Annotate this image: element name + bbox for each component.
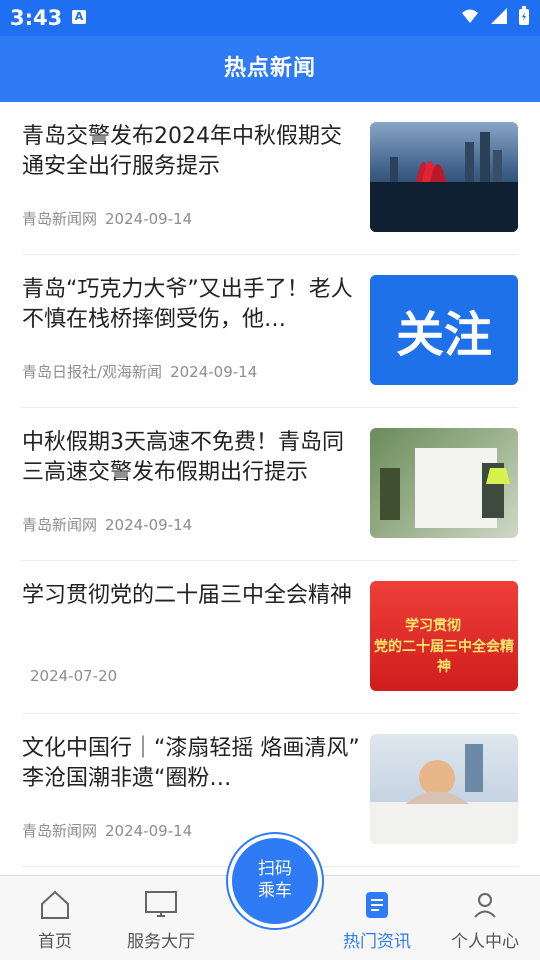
- nav-profile-label: 个人中心: [451, 932, 519, 952]
- news-meta: 青岛日报社/观海新闻 2024-09-14: [22, 361, 257, 382]
- news-title: 中秋假期3天高速不免费！青岛同三高速交警发布假期出行提示: [22, 430, 344, 485]
- status-time: 3:43: [10, 6, 63, 30]
- news-date: 2024-09-14: [105, 822, 193, 840]
- city-night-thumbnail: [370, 122, 518, 232]
- battery-icon: [519, 6, 529, 25]
- scan-label-line2: 乘车: [258, 881, 292, 901]
- news-icon: [366, 892, 388, 918]
- nav-home-label: 首页: [38, 932, 72, 952]
- news-source: 青岛日报社/观海新闻: [22, 363, 163, 381]
- news-item[interactable]: 中秋假期3天高速不免费！青岛同三高速交警发布假期出行提示 青岛新闻网 2024-0…: [22, 408, 518, 561]
- thumb-line2: 党的二十届三中全会精神: [374, 639, 514, 675]
- news-date: 2024-07-20: [30, 667, 118, 685]
- party-study-thumbnail: 学习贯彻 党的二十届三中全会精神: [370, 581, 518, 691]
- news-item[interactable]: 青岛“巧克力大爷”又出手了！老人不慎在栈桥摔倒受伤，他… 青岛日报社/观海新闻 2…: [22, 255, 518, 408]
- monitor-icon: [145, 891, 177, 917]
- status-bar: 3:43 A: [0, 0, 540, 36]
- news-meta: 2024-07-20: [22, 667, 117, 685]
- bottom-navigation: 首页 服务大厅 扫码 乘车 热门资讯 个人中心: [0, 834, 540, 960]
- thumb-line1: 学习贯彻: [405, 618, 461, 634]
- news-source: 青岛新闻网: [22, 822, 98, 840]
- news-source: 青岛新闻网: [22, 210, 98, 228]
- news-title: 文化中国行｜“漆扇轻摇 烙画清风” 李沧国潮非遗“圈粉…: [22, 736, 360, 791]
- home-icon: [41, 890, 69, 919]
- news-date: 2024-09-14: [105, 516, 193, 534]
- news-meta: 青岛新闻网 2024-09-14: [22, 208, 192, 229]
- news-title: 青岛交警发布2024年中秋假期交通安全出行服务提示: [22, 124, 342, 179]
- nav-hot-label: 热门资讯: [343, 932, 411, 952]
- police-notice-thumbnail: [370, 428, 518, 538]
- signal-icon: [491, 8, 507, 24]
- news-meta: 青岛新闻网 2024-09-14: [22, 514, 192, 535]
- scan-label-line1: 扫码: [258, 859, 292, 879]
- accessibility-icon: A: [72, 10, 86, 24]
- status-icons: [460, 6, 530, 26]
- nav-service-label: 服务大厅: [127, 932, 195, 952]
- scan-ride-button[interactable]: 扫码 乘车: [228, 834, 322, 928]
- nav-home[interactable]: 首页: [0, 888, 110, 952]
- nav-hot-news[interactable]: 热门资讯: [322, 888, 432, 952]
- news-item[interactable]: 学习贯彻党的二十届三中全会精神 2024-07-20 学习贯彻 党的二十届三中全…: [22, 561, 518, 714]
- page-title: 热点新闻: [223, 56, 316, 81]
- news-title: 青岛“巧克力大爷”又出手了！老人不慎在栈桥摔倒受伤，他…: [22, 277, 353, 332]
- news-date: 2024-09-14: [170, 363, 258, 381]
- news-item[interactable]: 青岛交警发布2024年中秋假期交通安全出行服务提示 青岛新闻网 2024-09-1…: [22, 102, 518, 255]
- app-header: 热点新闻: [0, 36, 540, 102]
- wifi-icon: [462, 9, 478, 23]
- news-date: 2024-09-14: [105, 210, 193, 228]
- focus-thumbnail: 关注: [370, 275, 518, 385]
- news-title: 学习贯彻党的二十届三中全会精神: [22, 583, 353, 608]
- news-meta: 青岛新闻网 2024-09-14: [22, 820, 192, 841]
- news-list: 青岛交警发布2024年中秋假期交通安全出行服务提示 青岛新闻网 2024-09-1…: [0, 102, 540, 867]
- nav-profile[interactable]: 个人中心: [430, 888, 540, 952]
- nav-service[interactable]: 服务大厅: [106, 888, 216, 952]
- user-icon: [474, 893, 496, 918]
- news-source: 青岛新闻网: [22, 516, 98, 534]
- culture-thumbnail: [370, 734, 518, 844]
